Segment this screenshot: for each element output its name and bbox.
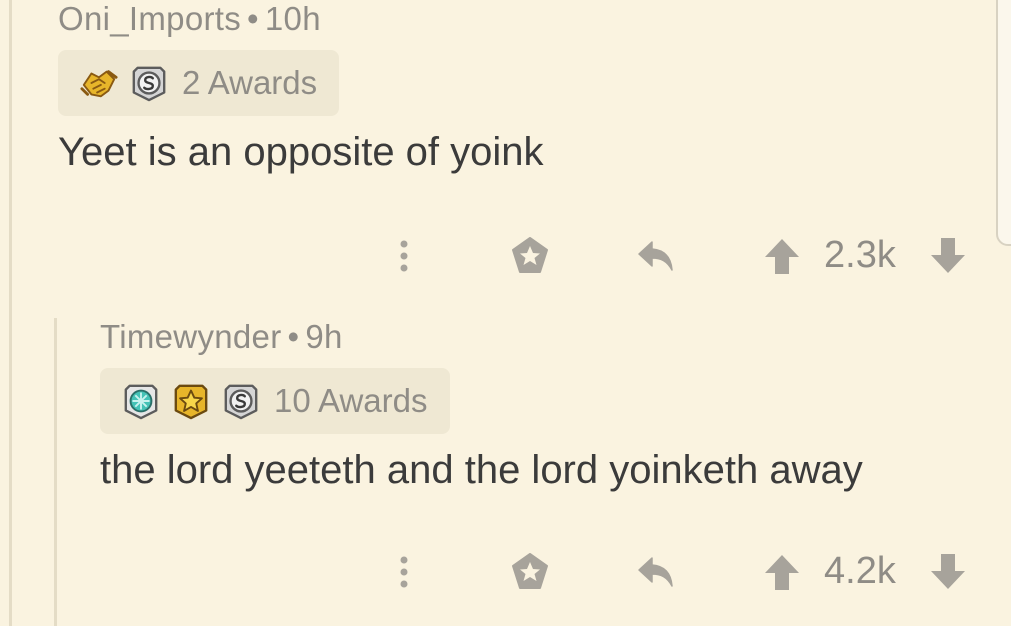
gold-award-icon	[172, 382, 210, 420]
upvote-arrow-icon[interactable]	[762, 552, 802, 592]
thread-line-root[interactable]	[9, 0, 12, 626]
comment-body: the lord yeeteth and the lord yoinketh a…	[100, 448, 863, 492]
vote-score: 2.3k	[824, 234, 896, 276]
comment-meta: Oni_Imports • 10h	[58, 0, 544, 38]
meta-separator: •	[247, 0, 259, 37]
scrollbar[interactable]	[996, 0, 1011, 246]
awards-count-label: 2 Awards	[182, 64, 318, 101]
more-options-icon[interactable]	[396, 236, 412, 276]
comment-body: Yeet is an opposite of yoink	[58, 130, 544, 174]
save-star-icon[interactable]	[510, 236, 550, 276]
downvote-arrow-icon[interactable]	[928, 236, 968, 276]
vote-score: 4.2k	[824, 550, 896, 592]
reply-arrow-icon[interactable]	[636, 236, 676, 276]
awards-count-label: 10 Awards	[274, 382, 428, 419]
comment-meta: Timewynder • 9h	[100, 318, 863, 356]
comment-oni-imports: Oni_Imports • 10h 2 Awards Yeet is an oppo…	[58, 0, 544, 175]
comment-timewynder: Timewynder • 9h 10 Awards the lord yeeteth	[100, 318, 863, 493]
comment-age: 9h	[305, 318, 343, 355]
save-star-icon[interactable]	[510, 552, 550, 592]
more-options-icon[interactable]	[396, 552, 412, 592]
awards-pill[interactable]: 10 Awards	[100, 368, 450, 434]
comment-age: 10h	[264, 0, 321, 37]
comment-actions: 4.2k	[0, 550, 1011, 592]
downvote-arrow-icon[interactable]	[928, 552, 968, 592]
silver-award-icon	[222, 382, 260, 420]
author-name[interactable]: Timewynder	[100, 318, 282, 355]
handshake-award-icon	[80, 64, 118, 102]
upvote-arrow-icon[interactable]	[762, 236, 802, 276]
comment-actions: 2.3k	[0, 234, 1011, 276]
awards-pill[interactable]: 2 Awards	[58, 50, 340, 116]
meta-separator: •	[287, 318, 300, 355]
platinum-award-icon	[122, 382, 160, 420]
author-name[interactable]: Oni_Imports	[58, 0, 241, 37]
silver-award-icon	[130, 64, 168, 102]
reply-arrow-icon[interactable]	[636, 552, 676, 592]
